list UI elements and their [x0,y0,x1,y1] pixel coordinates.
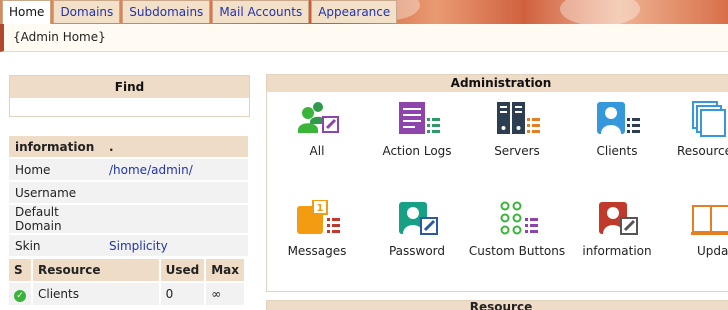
resource-used: 0 [160,283,205,305]
info-label: Home [9,159,103,180]
administration-panel: Administration All Action Logs Servers C… [266,74,728,292]
info-header-row: information . [9,136,248,157]
admin-item-label: Resources [677,144,728,158]
col-used: Used [160,259,205,281]
admin-item-clients[interactable]: Clients [567,100,667,158]
info-row: Username [9,182,248,203]
admin-item-label: Password [388,244,446,258]
custom-buttons-icon [500,201,538,235]
admin-item-label: Servers [494,144,540,158]
resource-name: Clients [33,283,159,305]
skin-link[interactable]: Simplicity [103,235,248,256]
admin-item-messages[interactable]: 1 Messages [267,200,367,258]
all-users-icon [298,102,339,133]
admin-item-label: information [582,244,652,258]
action-logs-icon [399,102,440,134]
information-icon [599,202,638,235]
tab-subdomains[interactable]: Subdomains [122,0,211,23]
info-value [103,205,248,233]
svg-text:1: 1 [317,203,324,214]
tab-domains[interactable]: Domains [53,0,121,23]
admin-item-custom-buttons[interactable]: Custom Buttons [467,200,567,258]
admin-item-label: Clients [596,144,638,158]
admin-item-label: Custom Buttons [468,244,566,258]
tab-mail-accounts[interactable]: Mail Accounts [212,0,310,23]
find-title: Find [10,76,249,98]
top-banner: Home Domains Subdomains Mail Accounts Ap… [0,0,728,24]
home-path-link[interactable]: /home/admin/ [103,159,248,180]
admin-item-resources[interactable]: Resources [667,100,728,158]
col-resource: Resource [33,259,159,281]
banner-decoration [560,0,640,24]
admin-item-servers[interactable]: Servers [467,100,567,158]
tab-home[interactable]: Home [2,0,52,24]
clients-icon [597,102,640,134]
admin-item-action-logs[interactable]: Action Logs [367,100,467,158]
info-label: Skin [9,235,103,256]
resources-icon [692,101,726,137]
info-row: Skin Simplicity [9,235,248,256]
update-icon [691,205,728,235]
resource-header-row: S Resource Used Max [9,259,244,281]
admin-item-label: Action Logs [382,144,452,158]
servers-icon [497,102,540,134]
messages-icon: 1 [297,200,340,234]
resource-panel-header: Resource [266,300,728,310]
info-table: information . Home /home/admin/ Username… [9,134,248,258]
info-row: Default Domain [9,205,248,233]
admin-item-label: All [309,144,325,158]
main-tabs: Home Domains Subdomains Mail Accounts Ap… [2,0,399,24]
col-status: S [9,259,31,281]
admin-item-label: Update [697,244,728,258]
resource-table: S Resource Used Max ✓ Clients 0 ∞ [7,257,246,307]
info-header-value: . [103,136,248,157]
col-max: Max [206,259,244,281]
info-label: Username [9,182,103,203]
password-icon [399,202,438,235]
find-body[interactable] [10,98,249,116]
admin-item-information[interactable]: information [567,200,667,258]
info-value [103,182,248,203]
admin-item-password[interactable]: Password [367,200,467,258]
info-label: Default Domain [9,205,103,233]
admin-item-label: Messages [287,244,347,258]
resource-max: ∞ [206,283,244,305]
table-row: ✓ Clients 0 ∞ [9,283,244,305]
tab-appearance[interactable]: Appearance [311,0,398,23]
info-header-label: information [9,136,103,157]
breadcrumb-bar: {Admin Home} [0,24,728,52]
administration-title: Administration [267,75,728,92]
info-row: Home /home/admin/ [9,159,248,180]
check-icon: ✓ [14,289,26,302]
breadcrumb: {Admin Home} [13,30,106,44]
status-cell: ✓ [9,283,31,305]
admin-item-all[interactable]: All [267,100,367,158]
find-panel: Find [9,75,250,117]
admin-item-update[interactable]: Update [667,200,728,258]
